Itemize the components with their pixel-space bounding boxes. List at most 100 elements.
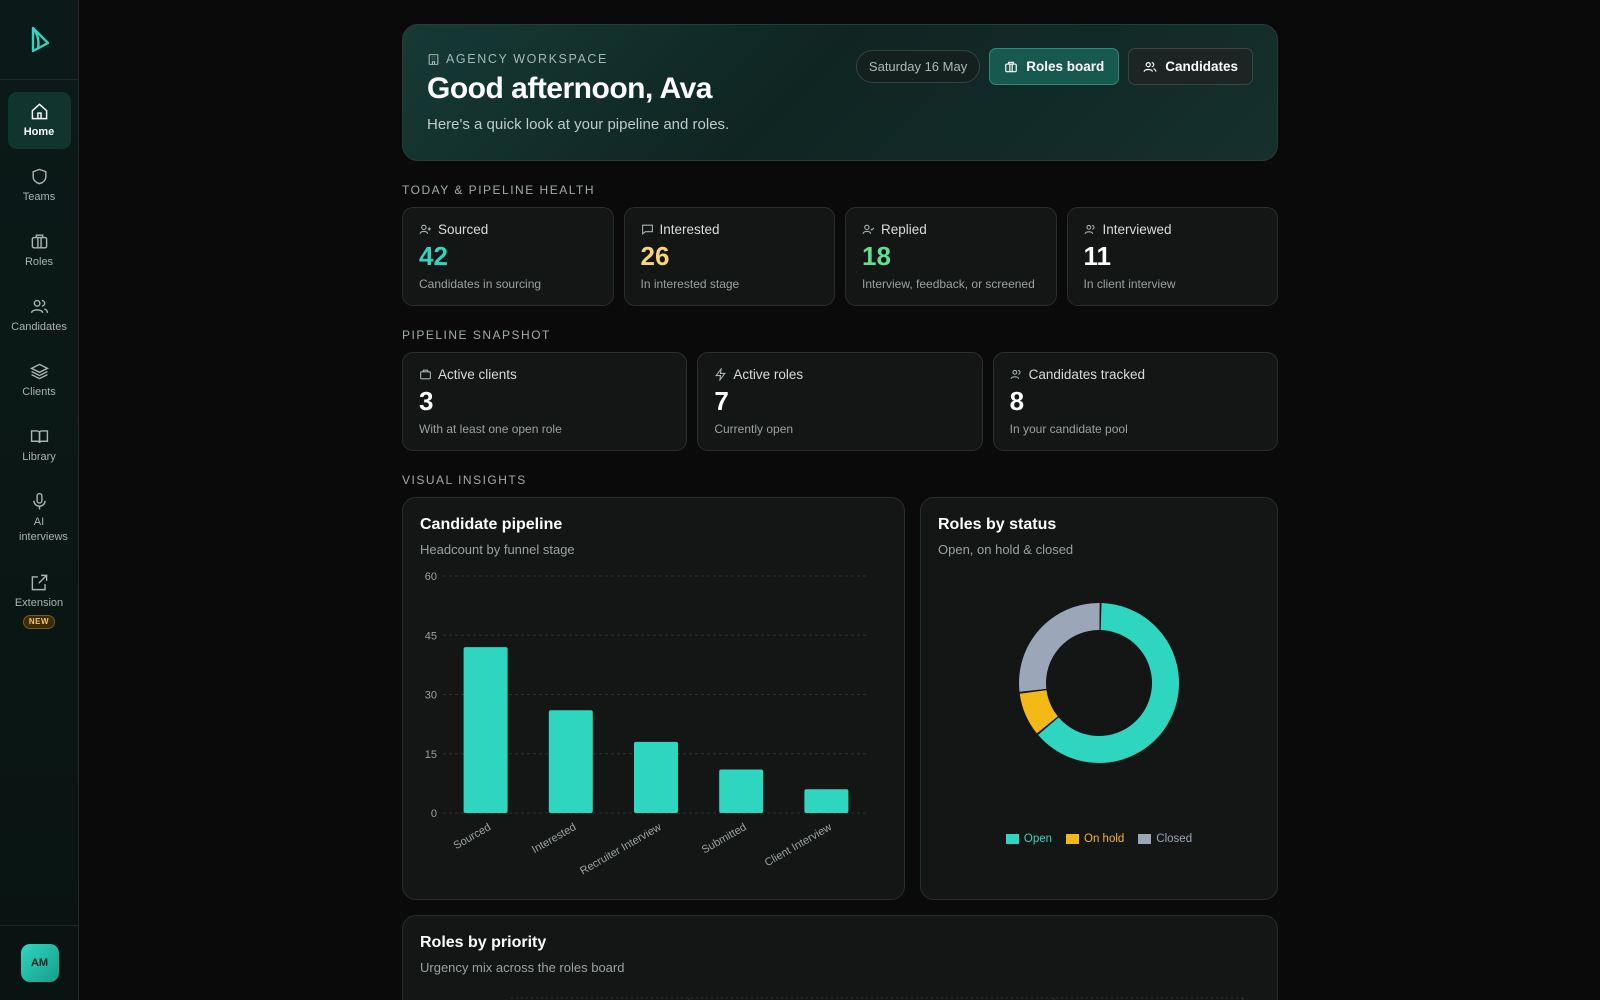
building-icon bbox=[420, 369, 431, 380]
x-tick-label: Client Interview bbox=[763, 821, 834, 869]
section-label-today: TODAY & PIPELINE HEALTH bbox=[402, 183, 595, 197]
chart-title: Roles by status bbox=[938, 516, 1057, 533]
stat-label: Interested bbox=[659, 222, 720, 237]
x-tick-label: Recruiter Interview bbox=[578, 821, 663, 877]
sidebar-item-label: Extension bbox=[14, 596, 64, 609]
roles-by-status-card: Roles by status Open, on hold & closed O… bbox=[920, 497, 1278, 900]
stat-card-active-roles[interactable]: Active roles 7 Currently open bbox=[697, 352, 983, 451]
users-icon bbox=[1084, 224, 1095, 235]
y-tick-label: 15 bbox=[425, 749, 437, 761]
sidebar-item-roles[interactable]: Roles bbox=[8, 222, 71, 279]
app-logo[interactable] bbox=[0, 0, 78, 80]
stat-card-interested[interactable]: Interested 26 In interested stage bbox=[623, 207, 835, 306]
home-icon bbox=[31, 102, 47, 119]
legend-item-closed[interactable]: Closed bbox=[1138, 833, 1192, 845]
stat-card-replied[interactable]: Replied 18 Interview, feedback, or scree… bbox=[845, 207, 1057, 306]
chart-subtitle: Open, on hold & closed bbox=[938, 542, 1074, 557]
sidebar-item-candidates[interactable]: Candidates bbox=[8, 287, 71, 344]
stat-value: 7 bbox=[714, 386, 729, 416]
section-label-snapshot: PIPELINE SNAPSHOT bbox=[402, 328, 551, 342]
pipeline-health-stats: Sourced 42 Candidates in sourcing Intere… bbox=[402, 207, 1278, 306]
pipeline-snapshot-stats: Active clients 3 With at least one open … bbox=[402, 352, 1278, 451]
layers-icon bbox=[29, 363, 49, 379]
users-icon bbox=[1010, 369, 1021, 380]
roles-board-button[interactable]: Roles board bbox=[989, 48, 1120, 85]
user-plus-icon bbox=[419, 224, 431, 234]
stat-card-active-clients[interactable]: Active clients 3 With at least one open … bbox=[402, 352, 688, 451]
stat-value: 18 bbox=[862, 241, 891, 271]
chart-subtitle: Headcount by funnel stage bbox=[420, 542, 575, 557]
welcome-hero: AGENCY WORKSPACE Good afternoon, Ava Her… bbox=[402, 24, 1278, 161]
stat-label: Candidates tracked bbox=[1028, 367, 1145, 382]
avatar[interactable]: AM bbox=[20, 944, 59, 982]
external-link-icon bbox=[31, 574, 47, 591]
sidebar-nav: Home Teams Roles Candidates Clients Libr… bbox=[0, 80, 78, 640]
stat-card-sourced[interactable]: Sourced 42 Candidates in sourcing bbox=[402, 207, 614, 306]
stat-label: Interviewed bbox=[1102, 222, 1172, 237]
chart-subtitle: Urgency mix across the roles board bbox=[420, 960, 625, 975]
sidebar-item-label: Library bbox=[22, 450, 56, 463]
stat-value: 26 bbox=[640, 241, 670, 271]
sidebar-item-teams[interactable]: Teams bbox=[8, 157, 71, 214]
stat-card-candidates-tracked[interactable]: Candidates tracked 8 In your candidate p… bbox=[992, 352, 1278, 451]
stat-caption: In client interview bbox=[1083, 277, 1176, 291]
sidebar-item-label: Teams bbox=[22, 190, 56, 203]
priority-chart-preview bbox=[511, 997, 1244, 1000]
roles-status-donut bbox=[1019, 603, 1179, 763]
sidebar-item-home[interactable]: Home bbox=[7, 92, 71, 149]
stat-caption: Interview, feedback, or screened bbox=[862, 277, 1035, 291]
y-tick-label: 60 bbox=[425, 571, 437, 583]
bar-submitted bbox=[719, 769, 764, 813]
stat-card-interviewed[interactable]: Interviewed 11 In client interview bbox=[1066, 207, 1278, 306]
stat-label: Active clients bbox=[438, 367, 517, 382]
sidebar-item-label: Roles bbox=[24, 255, 54, 268]
stat-value: 11 bbox=[1083, 241, 1112, 271]
roles-by-priority-card: Roles by priority Urgency mix across the… bbox=[402, 915, 1278, 1000]
roles-board-label: Roles board bbox=[1026, 59, 1105, 74]
y-tick-label: 0 bbox=[431, 808, 437, 820]
bar-client-interview bbox=[804, 789, 849, 813]
stat-caption: Currently open bbox=[714, 422, 794, 436]
new-badge: NEW bbox=[22, 614, 56, 630]
legend-item-open[interactable]: Open bbox=[1005, 833, 1053, 845]
briefcase-icon bbox=[1005, 61, 1018, 72]
building-icon bbox=[428, 53, 439, 65]
stat-value: 3 bbox=[419, 386, 434, 416]
sidebar-item-label: AI interviews bbox=[19, 515, 68, 543]
stat-caption: In interested stage bbox=[640, 277, 740, 291]
donut-legend: Open On hold Closed bbox=[921, 833, 1277, 845]
candidates-button[interactable]: Candidates bbox=[1128, 48, 1253, 85]
section-label-insights: VISUAL INSIGHTS bbox=[402, 473, 527, 487]
legend-label: Open bbox=[1023, 833, 1053, 845]
shield-icon bbox=[31, 168, 47, 184]
candidates-label: Candidates bbox=[1165, 59, 1238, 74]
legend-item-on-hold[interactable]: On hold bbox=[1066, 833, 1124, 845]
sidebar-item-library[interactable]: Library bbox=[8, 417, 71, 474]
sidebar-item-clients[interactable]: Clients bbox=[8, 352, 71, 409]
users-icon bbox=[30, 299, 48, 313]
sidebar-footer: AM bbox=[0, 925, 79, 1000]
legend-label: On hold bbox=[1084, 833, 1125, 845]
y-tick-label: 45 bbox=[425, 630, 437, 642]
legend-swatch bbox=[1005, 834, 1019, 844]
sidebar-item-ai-interviews[interactable]: AI interviews bbox=[8, 482, 71, 554]
stat-label: Active roles bbox=[733, 367, 804, 382]
pipeline-bar-chart: 0 15 30 45 60 Sourced Interested Recruiter Inte… bbox=[425, 571, 869, 877]
stat-caption: Candidates in sourcing bbox=[419, 277, 542, 291]
x-tick-label: Sourced bbox=[452, 821, 493, 852]
users-icon bbox=[1143, 61, 1157, 72]
donut-slice-closed bbox=[1019, 603, 1100, 692]
workspace-label: AGENCY WORKSPACE bbox=[446, 52, 608, 66]
main-content: AGENCY WORKSPACE Good afternoon, Ava Her… bbox=[402, 24, 1278, 1000]
stat-caption: With at least one open role bbox=[419, 422, 562, 436]
x-tick-label: Submitted bbox=[700, 821, 749, 856]
stat-value: 42 bbox=[419, 241, 448, 271]
lightning-icon bbox=[715, 368, 727, 381]
sidebar-item-extension[interactable]: Extension NEW bbox=[8, 562, 71, 640]
message-icon bbox=[641, 224, 653, 235]
y-tick-label: 30 bbox=[425, 690, 437, 702]
stat-value: 8 bbox=[1009, 386, 1025, 416]
legend-swatch bbox=[1138, 834, 1152, 844]
sidebar: Home Teams Roles Candidates Clients Libr… bbox=[0, 0, 79, 1000]
stat-label: Replied bbox=[881, 222, 927, 237]
